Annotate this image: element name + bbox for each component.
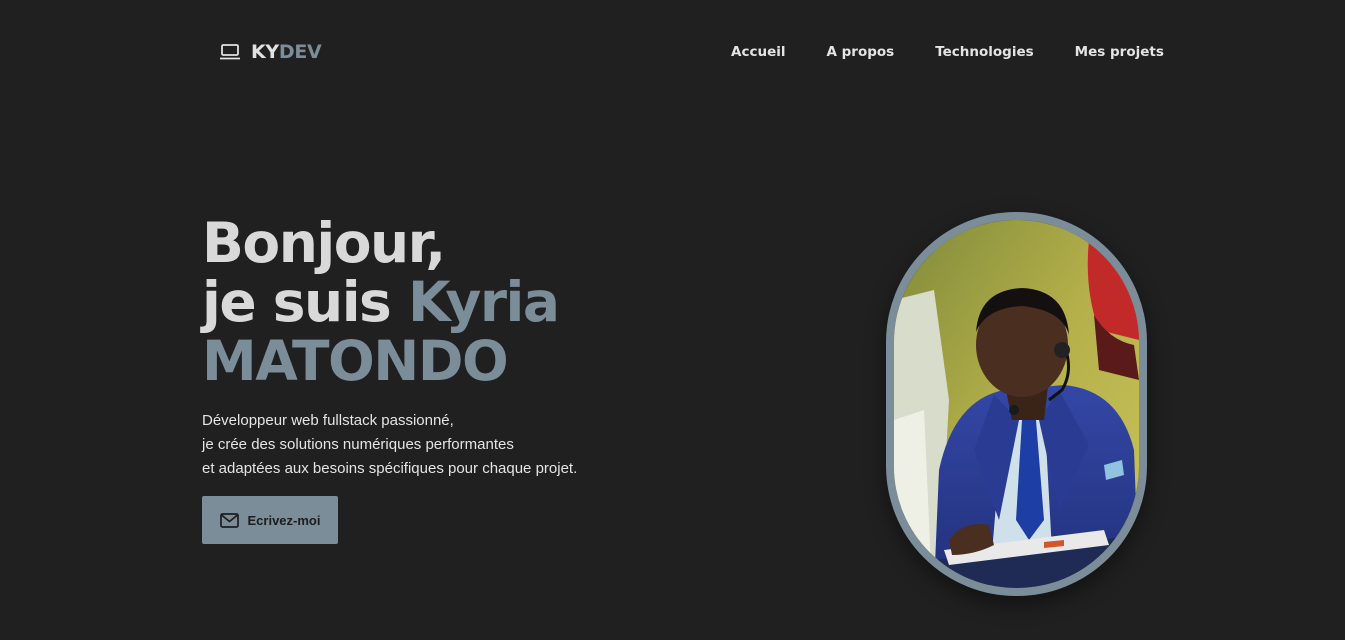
hero-description-line-3: et adaptées aux besoins spécifiques pour… [202, 460, 578, 477]
mail-icon [219, 512, 239, 528]
hero-description-line-2: je crée des solutions numériques perform… [202, 436, 514, 453]
hero-first-name: Kyria [407, 270, 560, 334]
logo-text-part1: KY [251, 41, 279, 63]
main-nav: Accueil A propos Technologies Mes projet… [731, 43, 1164, 61]
logo-text-part2: DEV [278, 41, 322, 63]
hero-title: Bonjour, je suis Kyria MATONDO [202, 211, 560, 393]
profile-photo [886, 212, 1147, 596]
contact-button-label: Ecrivez-moi [247, 512, 321, 528]
nav-item-a-propos[interactable]: A propos [826, 43, 894, 61]
logo-text: KYDEV [251, 40, 322, 64]
hero-last-name: MATONDO [202, 329, 509, 393]
nav-item-mes-projets[interactable]: Mes projets [1075, 43, 1164, 61]
hero-description-line-1: Développeur web fullstack passionné, [202, 412, 454, 429]
laptop-icon [219, 43, 241, 61]
page: KYDEV Accueil A propos Technologies Mes … [0, 0, 1345, 640]
hero-greeting: Bonjour, [202, 211, 446, 275]
nav-item-technologies[interactable]: Technologies [935, 43, 1033, 61]
contact-button[interactable]: Ecrivez-moi [202, 496, 338, 544]
hero-intro-prefix: je suis [202, 270, 408, 334]
hero-description: Développeur web fullstack passionné, je … [202, 409, 577, 481]
profile-photo-illustration [894, 220, 1139, 588]
nav-item-accueil[interactable]: Accueil [731, 43, 785, 61]
logo-link[interactable]: KYDEV [219, 40, 322, 64]
hero-intro-line: je suis Kyria [202, 270, 560, 334]
